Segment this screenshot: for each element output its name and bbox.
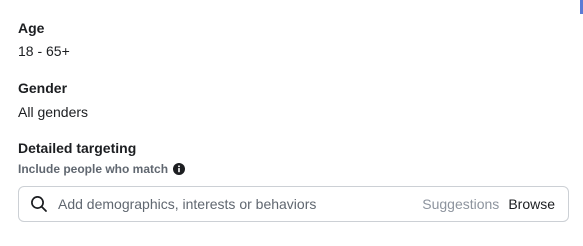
- detailed-targeting-search[interactable]: Suggestions Browse: [18, 186, 569, 222]
- detailed-targeting-label: Detailed targeting: [18, 140, 137, 156]
- include-people-label-row: Include people who match: [18, 162, 186, 176]
- search-icon: [31, 196, 47, 212]
- include-people-label: Include people who match: [18, 162, 169, 176]
- age-value: 18 - 65+: [18, 43, 70, 59]
- gender-value: All genders: [18, 104, 89, 120]
- browse-button[interactable]: Browse: [508, 196, 555, 212]
- search-input[interactable]: [58, 196, 423, 212]
- audience-panel: Age 18 - 65+ Gender All genders Detailed…: [0, 0, 583, 246]
- info-circle-icon[interactable]: [173, 163, 186, 175]
- suggestions-button[interactable]: Suggestions: [422, 196, 499, 212]
- age-label: Age: [18, 20, 45, 36]
- gender-label: Gender: [18, 80, 68, 96]
